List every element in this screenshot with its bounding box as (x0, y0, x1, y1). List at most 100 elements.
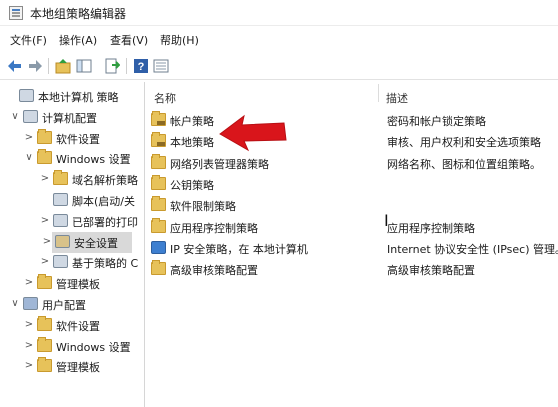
menu-view[interactable]: 查看(V) (108, 32, 150, 48)
tree-item[interactable]: > 管理模板 (0, 356, 144, 377)
list-item[interactable]: 网络列表管理器策略 网络名称、图标和位置组策略。 (151, 153, 556, 174)
properties-icon[interactable] (153, 58, 169, 74)
column-header-description[interactable]: 描述 (386, 90, 408, 106)
list-item[interactable]: 高级审核策略配置 高级审核策略配置 (151, 259, 556, 280)
chevron-right-icon[interactable]: > (24, 132, 34, 144)
help-icon[interactable]: ? (133, 58, 149, 74)
list-item-name: 网络列表管理器策略 (170, 157, 269, 171)
chart-icon (53, 255, 68, 269)
tree-item[interactable]: 脚本(启动/关 (0, 190, 144, 211)
tree-item[interactable]: > Windows 设置 (0, 336, 144, 357)
tree-item-label: 脚本(启动/关 (72, 195, 135, 208)
tree-item[interactable]: > 安全设置 (43, 231, 132, 253)
chevron-right-icon[interactable]: > (42, 236, 52, 248)
title-bar: 本地组策略编辑器 (0, 0, 558, 26)
folder-icon (37, 336, 52, 352)
tree-item-label: 基于策略的 C (72, 257, 139, 271)
list-item[interactable]: 帐户策略 密码和帐户锁定策略 (151, 110, 556, 131)
forward-arrow-icon[interactable] (27, 58, 43, 74)
folder-icon (37, 357, 52, 373)
computer-policy-icon (19, 89, 34, 102)
column-divider[interactable] (378, 84, 379, 102)
folder-icon (151, 260, 166, 276)
list-item-name: 公钥策略 (170, 178, 214, 192)
chevron-down-icon[interactable]: ∨ (10, 298, 20, 310)
column-header-name[interactable]: 名称 (154, 90, 176, 106)
text-cursor-icon: I (384, 211, 389, 230)
list-item[interactable]: 本地策略 审核、用户权利和安全选项策略 (151, 131, 556, 152)
list-item[interactable]: 公钥策略 (151, 174, 556, 195)
tree-item[interactable]: > 已部署的打印 (0, 211, 144, 232)
no-expander (40, 194, 50, 206)
folder-icon (151, 153, 166, 169)
tree-item-label: Windows 设置 (56, 153, 131, 167)
menu-file[interactable]: 文件(F) (8, 32, 49, 48)
menu-action[interactable]: 操作(A) (57, 32, 99, 48)
tree-item[interactable]: > 基于策略的 C (0, 252, 144, 273)
chevron-down-icon[interactable]: ∨ (10, 111, 20, 123)
list-item-name: 应用程序控制策略 (170, 221, 258, 235)
tree-item[interactable]: > 域名解析策略 (0, 169, 144, 190)
toolbar-separator (126, 58, 127, 74)
ipsec-icon (151, 240, 166, 254)
script-icon (53, 193, 68, 206)
svg-text:?: ? (138, 61, 145, 73)
menu-bar: 文件(F) 操作(A) 查看(V) 帮助(H) (0, 30, 558, 50)
menu-help[interactable]: 帮助(H) (158, 32, 201, 48)
list-item-description: 网络名称、图标和位置组策略。 (387, 157, 541, 171)
folder-icon (37, 128, 52, 144)
no-expander (6, 90, 16, 102)
tree-item-label: 软件设置 (56, 319, 100, 333)
tree-item[interactable]: 本地计算机 策略 (0, 86, 144, 107)
list-item-description: Internet 协议安全性 (IPsec) 管理。 (387, 242, 558, 256)
chevron-right-icon[interactable]: > (24, 360, 34, 372)
tree-item[interactable]: > 管理模板 (0, 273, 144, 294)
list-item[interactable]: 软件限制策略 (151, 195, 556, 216)
tree-item-label: 安全设置 (74, 236, 118, 250)
tree-item-label: 域名解析策略 (72, 174, 138, 188)
up-folder-icon[interactable] (55, 58, 71, 74)
security-icon (55, 234, 70, 248)
window-title: 本地组策略编辑器 (30, 7, 127, 21)
list-item-name: 本地策略 (170, 136, 214, 150)
folder-icon (37, 315, 52, 331)
tree-item-label: 用户配置 (42, 299, 86, 312)
chevron-right-icon[interactable]: > (40, 256, 50, 268)
list-item[interactable]: 应用程序控制策略 应用程序控制策略 (151, 217, 556, 238)
tree-item-label: 计算机配置 (42, 111, 97, 125)
chevron-right-icon[interactable]: > (40, 215, 50, 227)
tree-item-label: Windows 设置 (56, 340, 131, 354)
chevron-right-icon[interactable]: > (24, 340, 34, 352)
gpedit-app-icon (9, 6, 23, 20)
tree-item-label: 管理模板 (56, 361, 100, 375)
list-item-name: IP 安全策略，在 本地计算机 (170, 242, 308, 256)
tree-item[interactable]: ∨ 计算机配置 (0, 107, 144, 128)
show-hide-tree-icon[interactable] (76, 58, 92, 74)
toolbar: ? (0, 52, 558, 80)
chevron-right-icon[interactable]: > (24, 319, 34, 331)
list-item-name: 软件限制策略 (170, 200, 236, 214)
list-item-name: 高级审核策略配置 (170, 264, 258, 278)
tree-pane: 本地计算机 策略 ∨ 计算机配置 > 软件设置 ∨ Windows 设置 > 域名解析策略 脚本(… (0, 82, 145, 407)
tree-item-label: 软件设置 (56, 132, 100, 146)
tree-item[interactable]: ∨ Windows 设置 (0, 148, 144, 169)
folder-lock-icon (151, 132, 166, 148)
chevron-down-icon[interactable]: ∨ (24, 152, 34, 164)
back-arrow-icon[interactable] (7, 58, 23, 74)
list-item[interactable]: IP 安全策略，在 本地计算机 Internet 协议安全性 (IPsec) 管理… (151, 238, 558, 259)
export-list-icon[interactable] (104, 58, 120, 74)
folder-icon (37, 274, 52, 290)
chevron-right-icon[interactable]: > (24, 277, 34, 289)
tree-item[interactable]: > 软件设置 (0, 128, 144, 149)
tree-item-label: 管理模板 (56, 278, 100, 292)
printer-icon (53, 213, 68, 227)
toolbar-separator (48, 58, 49, 74)
tree-item[interactable]: ∨ 用户配置 (0, 294, 144, 315)
folder-icon (151, 196, 166, 212)
computer-icon (23, 109, 38, 123)
list-item-description: 审核、用户权利和安全选项策略 (387, 136, 541, 150)
tree-item[interactable]: > 软件设置 (0, 315, 144, 336)
chevron-right-icon[interactable]: > (40, 173, 50, 185)
list-item-description: 高级审核策略配置 (387, 264, 475, 278)
folder-icon (151, 174, 166, 190)
